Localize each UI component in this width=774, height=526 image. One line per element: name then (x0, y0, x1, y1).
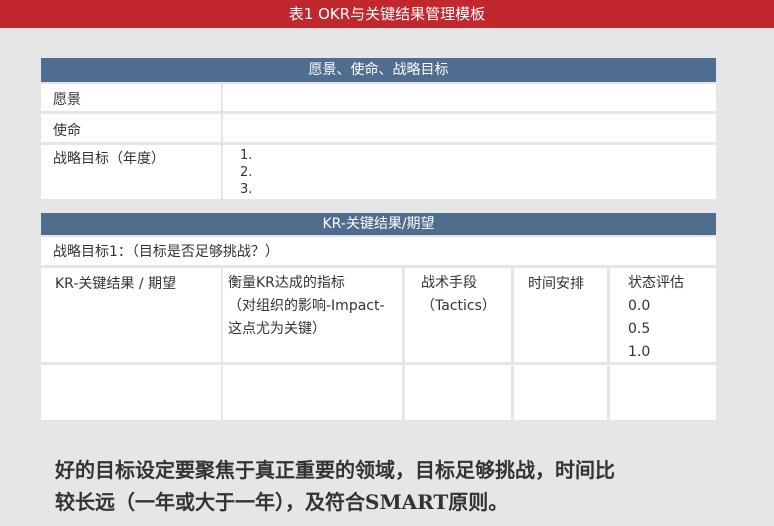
metric-line-3: 这点尤为关键） (228, 321, 326, 337)
column-tactics: 战术手段 （Tactics） (405, 268, 511, 362)
column-status: 状态评估 0.0 0.5 1.0 (610, 268, 716, 362)
tactics-line-1: 战术手段 (421, 275, 477, 291)
status-value-0: 0.0 (628, 298, 651, 314)
metric-line-1: 衡量KR达成的指标 (228, 275, 345, 291)
vision-value-cell (223, 84, 716, 111)
vision-label: 愿景 (41, 84, 221, 111)
strategic-goal-items: 1. 2. 3. (223, 145, 716, 199)
kr-section-header: KR-关键结果/期望 (41, 213, 716, 235)
empty-cell-metric (223, 365, 402, 420)
empty-cell-status (610, 365, 716, 420)
strategic-goal-label: 战略目标（年度） (41, 145, 221, 199)
table-title: 表1 OKR与关键结果管理模板 (0, 0, 774, 28)
goal-item-2: 2. (240, 165, 253, 180)
empty-cell-schedule (514, 365, 607, 420)
column-kr: KR-关键结果 / 期望 (41, 268, 221, 362)
goal-item-1: 1. (240, 148, 253, 163)
caption-line-2: 较长远（一年或大于一年），及符合SMART原则。 (55, 490, 509, 514)
mission-value-cell (223, 114, 716, 142)
empty-cell-kr (41, 365, 221, 420)
goal-item-3: 3. (240, 182, 253, 197)
mission-label: 使命 (41, 114, 221, 142)
tactics-line-2: （Tactics） (421, 298, 496, 314)
caption-line-1: 好的目标设定要聚焦于真正重要的领域，目标足够挑战，时间比 (55, 458, 615, 482)
metric-line-2: （对组织的影响-Impact- (228, 298, 385, 314)
caption: 好的目标设定要聚焦于真正重要的领域，目标足够挑战，时间比 较长远（一年或大于一年… (55, 454, 755, 518)
vision-section-header: 愿景、使命、战略目标 (41, 58, 716, 82)
status-value-1: 0.5 (628, 321, 651, 337)
status-value-2: 1.0 (628, 344, 651, 360)
column-metric: 衡量KR达成的指标 （对组织的影响-Impact- 这点尤为关键） (223, 268, 402, 362)
empty-cell-tactics (405, 365, 511, 420)
objective-label: 战略目标1：（目标是否足够挑战？） (41, 237, 716, 265)
status-title: 状态评估 (628, 275, 684, 291)
column-schedule: 时间安排 (514, 268, 607, 362)
